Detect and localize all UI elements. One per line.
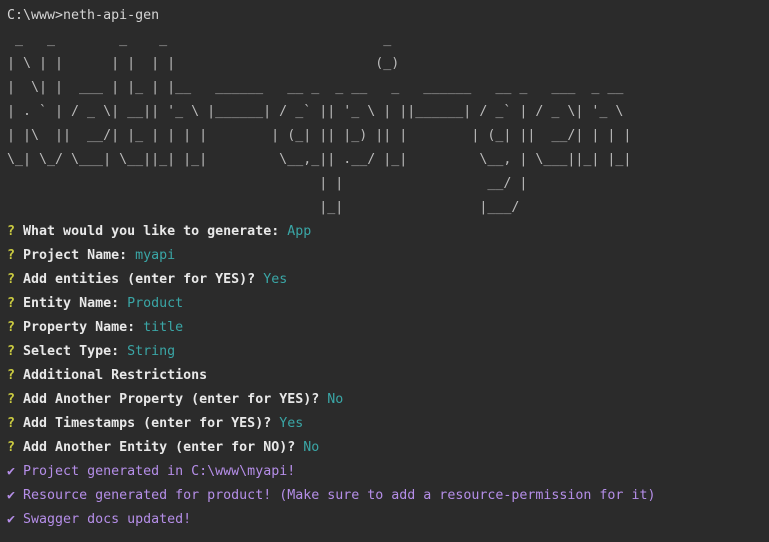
question-mark-icon: ? — [7, 416, 16, 431]
prompt-answer: Yes — [279, 416, 304, 431]
prompt-question: Entity Name: — [23, 296, 120, 311]
prompt-question: Select Type: — [23, 344, 120, 359]
prompt-line: ? Project Name: myapi — [7, 244, 769, 268]
checkmark-icon: ✔ — [7, 488, 16, 503]
question-mark-icon: ? — [7, 440, 16, 455]
prompt-line: ? Entity Name: Product — [7, 292, 769, 316]
prompt-answer: String — [127, 344, 176, 359]
banner-line: | |\ || __/| |_ | | | | | (_| || |_) || … — [7, 128, 632, 143]
prompt-line: ? Select Type: String — [7, 340, 769, 364]
checkmark-icon: ✔ — [7, 512, 16, 527]
command-line: C:\www>neth-api-gen — [7, 8, 160, 23]
question-mark-icon: ? — [7, 320, 16, 335]
question-mark-icon: ? — [7, 248, 16, 263]
result-line: ✔ Swagger docs updated! — [7, 508, 769, 532]
prompt-answer: Yes — [263, 272, 288, 287]
prompt-answer: No — [303, 440, 320, 455]
banner-line: | . ` | / _ \| __|| '_ \ |______| / _` |… — [7, 104, 624, 119]
banner-line: \_| \_/ \___| \__||_| |_| \__,_|| .__/ |… — [7, 152, 632, 167]
prompt-answer: App — [287, 224, 312, 239]
prompt-question: What would you like to generate: — [23, 224, 280, 239]
result-text: Swagger docs updated! — [23, 512, 192, 527]
question-mark-icon: ? — [7, 392, 16, 407]
prompt-question: Add Timestamps (enter for YES)? — [23, 416, 272, 431]
prompt-answer: myapi — [135, 248, 176, 263]
banner-line: _ _ _ _ _ — [7, 32, 392, 47]
terminal-window[interactable]: C:\www>neth-api-gen _ _ _ _ _ | \ | | | … — [0, 0, 769, 542]
prompt-line: ? Add entities (enter for YES)? Yes — [7, 268, 769, 292]
prompt-line: ? Property Name: title — [7, 316, 769, 340]
prompt-line: ? Additional Restrictions — [7, 364, 769, 388]
prompt-question: Additional Restrictions — [23, 368, 208, 383]
prompt-answer: Product — [127, 296, 184, 311]
question-mark-icon: ? — [7, 296, 16, 311]
prompt-question: Add entities (enter for YES)? — [23, 272, 256, 287]
prompt-line: ? What would you like to generate: App — [7, 220, 769, 244]
prompt-line: ? Add Timestamps (enter for YES)? Yes — [7, 412, 769, 436]
checkmark-icon: ✔ — [7, 464, 16, 479]
prompt-question: Add Another Entity (enter for NO)? — [23, 440, 296, 455]
prompt-answer: title — [143, 320, 184, 335]
result-text: Resource generated for product! (Make su… — [23, 488, 656, 503]
question-mark-icon: ? — [7, 272, 16, 287]
question-mark-icon: ? — [7, 224, 16, 239]
prompt-line: ? Add Another Entity (enter for NO)? No — [7, 436, 769, 460]
prompt-answer: No — [327, 392, 344, 407]
banner-line: | \| | ___ | |_ | |__ ______ __ _ _ __ _… — [7, 80, 624, 95]
banner-line: | \ | | | | | | (_) — [7, 56, 400, 71]
result-text: Project generated in C:\www\myapi! — [23, 464, 296, 479]
question-mark-icon: ? — [7, 368, 16, 383]
question-mark-icon: ? — [7, 344, 16, 359]
prompt-question: Property Name: — [23, 320, 136, 335]
prompt-line: ? Add Another Property (enter for YES)? … — [7, 388, 769, 412]
prompt-question: Add Another Property (enter for YES)? — [23, 392, 320, 407]
ascii-banner: _ _ _ _ _ | \ | | | | | | (_) | \| | ___… — [7, 28, 769, 220]
prompt-question: Project Name: — [23, 248, 128, 263]
result-line: ✔ Project generated in C:\www\myapi! — [7, 460, 769, 484]
result-line: ✔ Resource generated for product! (Make … — [7, 484, 769, 508]
banner-line: | | __/ | — [7, 176, 528, 191]
banner-line: |_| |___/ — [7, 200, 520, 215]
